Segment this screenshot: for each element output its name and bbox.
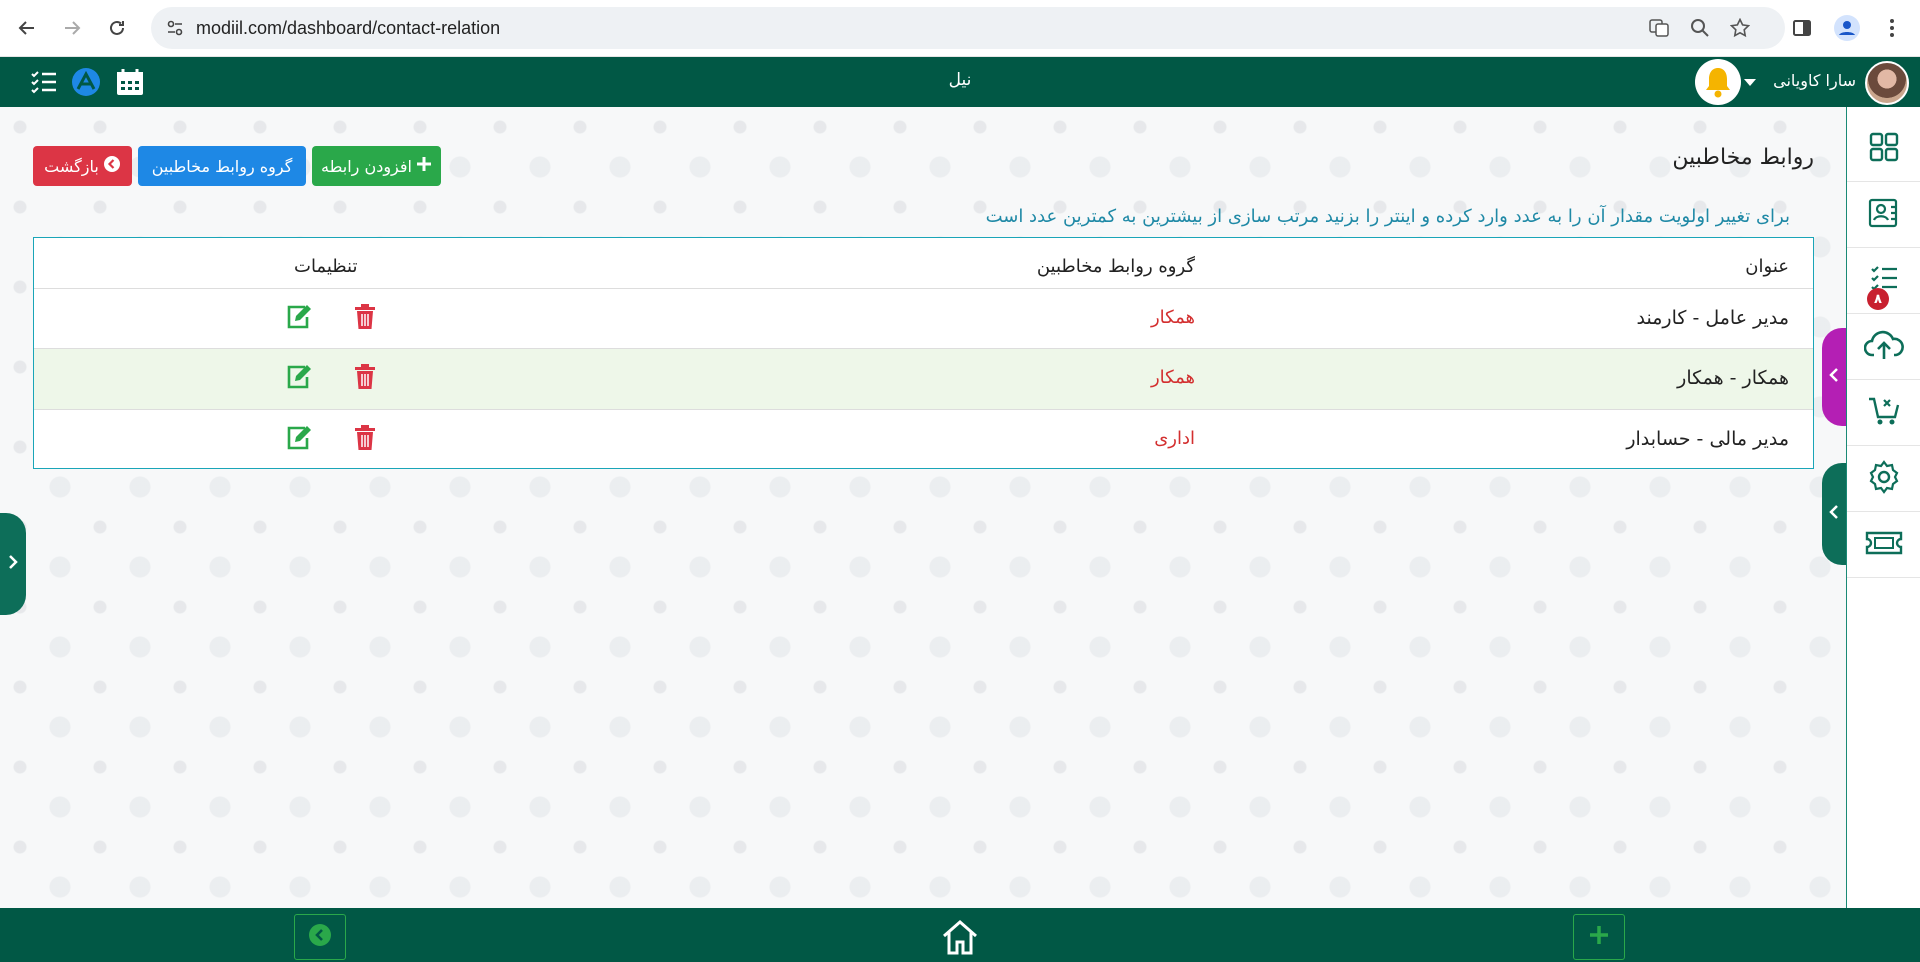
contact-card-icon bbox=[1867, 198, 1901, 232]
browser-toolbar: modiil.com/dashboard/contact-relation bbox=[0, 0, 1920, 57]
translate-icon[interactable] bbox=[1648, 17, 1670, 39]
back-button[interactable]: بازگشت bbox=[33, 146, 132, 186]
relations-table: عنوان گروه روابط مخاطبین تنظیمات مدیر عا… bbox=[33, 237, 1814, 469]
bottom-back-button[interactable] bbox=[294, 914, 346, 960]
browser-menu-icon[interactable] bbox=[1876, 12, 1908, 44]
url-text[interactable]: modiil.com/dashboard/contact-relation bbox=[196, 18, 500, 39]
delete-trash-icon[interactable] bbox=[350, 423, 380, 453]
edit-pencil-icon[interactable] bbox=[284, 362, 314, 392]
header-group: گروه روابط مخاطبین bbox=[1036, 256, 1195, 277]
edit-pencil-icon[interactable] bbox=[284, 423, 314, 453]
chevron-right-icon bbox=[7, 553, 19, 575]
row-title: همکار - همکار bbox=[1677, 367, 1789, 389]
home-icon[interactable] bbox=[937, 914, 983, 960]
sidebar-item-tickets[interactable] bbox=[1847, 512, 1920, 578]
sidebar-item-settings[interactable] bbox=[1847, 446, 1920, 512]
add-relation-label: افزودن رابطه bbox=[321, 156, 412, 176]
table-row: همکار - همکار همکار bbox=[34, 349, 1813, 410]
row-group: همکار bbox=[1150, 367, 1195, 388]
delete-trash-icon[interactable] bbox=[350, 302, 380, 332]
cloud-upload-icon bbox=[1863, 329, 1904, 365]
reload-icon[interactable] bbox=[101, 12, 133, 44]
row-title: مدیر مالی - حسابدار bbox=[1626, 428, 1789, 450]
cart-icon bbox=[1867, 395, 1901, 431]
back-arrow-icon[interactable] bbox=[11, 12, 43, 44]
header-settings: تنظیمات bbox=[294, 256, 358, 277]
right-drawer-toggle-green[interactable] bbox=[1822, 463, 1846, 565]
chevron-left-icon bbox=[1828, 503, 1840, 525]
back-label: بازگشت bbox=[44, 156, 99, 176]
gear-icon bbox=[1867, 459, 1901, 498]
address-bar[interactable]: modiil.com/dashboard/contact-relation bbox=[151, 7, 1785, 49]
edit-pencil-icon[interactable] bbox=[284, 302, 314, 332]
row-title: مدیر عامل - کارمند bbox=[1636, 307, 1789, 329]
row-group: همکار bbox=[1150, 307, 1195, 328]
plus-icon bbox=[1588, 924, 1610, 950]
priority-hint: برای تغییر اولویت مقدار آن را به عدد وار… bbox=[985, 206, 1790, 227]
back-circle-icon bbox=[308, 923, 332, 951]
plus-icon bbox=[416, 156, 432, 176]
bookmark-star-icon[interactable] bbox=[1729, 17, 1751, 39]
chevron-left-icon bbox=[1828, 366, 1840, 388]
app-header: نیل سارا کاویانی bbox=[0, 57, 1920, 107]
sidebar-item-contacts[interactable] bbox=[1847, 182, 1920, 248]
sidebar-item-tasks[interactable]: ۸ bbox=[1847, 248, 1920, 314]
table-header-row: عنوان گروه روابط مخاطبین تنظیمات bbox=[34, 238, 1813, 289]
side-panel-icon[interactable] bbox=[1786, 12, 1818, 44]
page-title: روابط مخاطبین bbox=[1672, 145, 1814, 170]
bottom-add-button[interactable] bbox=[1573, 914, 1625, 960]
relation-groups-button[interactable]: گروه روابط مخاطبین bbox=[138, 146, 306, 186]
right-sidebar: ۸ bbox=[1846, 107, 1920, 908]
zoom-icon[interactable] bbox=[1689, 17, 1711, 39]
back-circle-icon bbox=[103, 155, 121, 177]
relation-groups-label: گروه روابط مخاطبین bbox=[151, 156, 293, 176]
row-group: اداری bbox=[1154, 428, 1195, 449]
site-settings-icon[interactable] bbox=[165, 18, 185, 38]
grid-icon bbox=[1869, 132, 1899, 166]
user-menu-caret-icon[interactable] bbox=[1744, 79, 1756, 86]
bottom-bar bbox=[0, 908, 1920, 962]
ticket-icon bbox=[1865, 530, 1903, 560]
profile-icon[interactable] bbox=[1831, 12, 1863, 44]
forward-arrow-icon[interactable] bbox=[56, 12, 88, 44]
notification-bell-icon[interactable] bbox=[1695, 59, 1741, 105]
sidebar-item-dashboard[interactable] bbox=[1847, 116, 1920, 182]
content-area bbox=[0, 107, 1846, 908]
left-drawer-toggle[interactable] bbox=[0, 513, 26, 615]
sidebar-item-cart[interactable] bbox=[1847, 380, 1920, 446]
add-relation-button[interactable]: افزودن رابطه bbox=[312, 146, 441, 186]
tasks-count-badge: ۸ bbox=[1867, 288, 1889, 310]
user-name[interactable]: سارا کاویانی bbox=[1773, 71, 1856, 90]
app-title: نیل bbox=[948, 70, 972, 90]
right-drawer-toggle-purple[interactable] bbox=[1822, 328, 1846, 426]
avatar[interactable] bbox=[1865, 61, 1909, 105]
table-row: مدیر مالی - حسابدار اداری bbox=[34, 410, 1813, 469]
sidebar-item-upload[interactable] bbox=[1847, 314, 1920, 380]
table-row: مدیر عامل - کارمند همکار bbox=[34, 289, 1813, 349]
header-title: عنوان bbox=[1745, 256, 1789, 277]
delete-trash-icon[interactable] bbox=[350, 362, 380, 392]
